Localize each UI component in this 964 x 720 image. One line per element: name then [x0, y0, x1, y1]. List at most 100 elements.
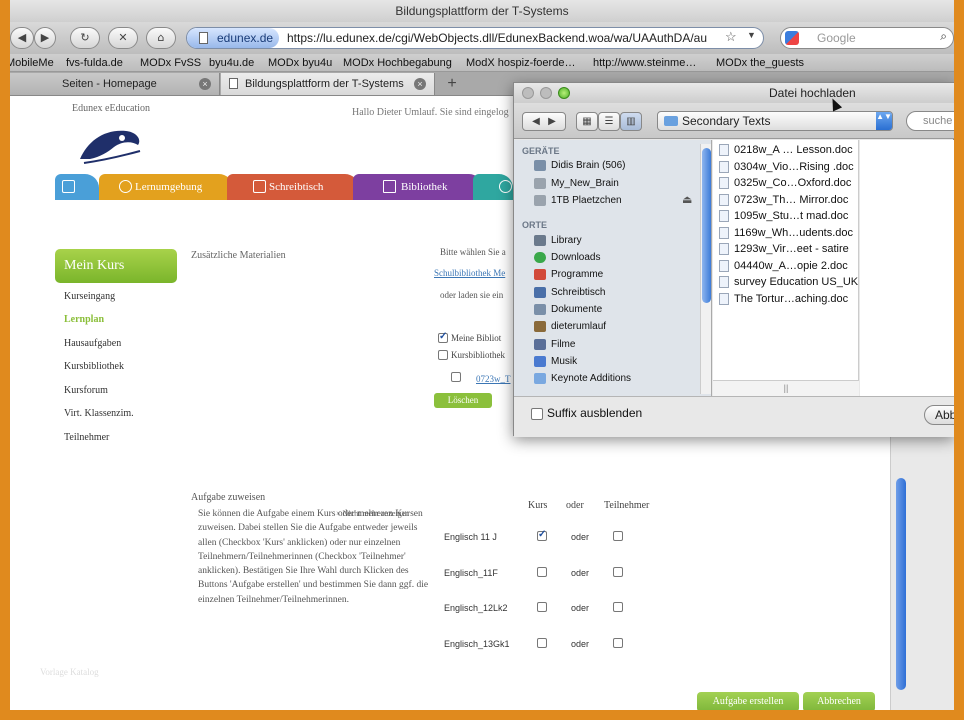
sidebar-item-klassenzimmer[interactable]: Virt. Klassenzim. [64, 408, 134, 419]
back-button[interactable]: ◀ [10, 27, 34, 49]
url-text[interactable]: https://lu.edunex.de/cgi/WebObjects.dll/… [287, 28, 707, 48]
bookmark[interactable]: http://www.steinme… [593, 54, 696, 72]
forward-button[interactable]: ▶ [34, 27, 56, 49]
google-icon[interactable] [785, 31, 799, 45]
tab-bibliothek[interactable]: Bibliothek [353, 174, 483, 200]
teilnehmer-checkbox[interactable] [613, 638, 623, 648]
library-icon [534, 235, 546, 246]
history-dropdown-icon[interactable]: ▼ [747, 30, 756, 40]
folder-popup[interactable]: Secondary Texts ▲▼ [657, 111, 893, 131]
list-view-button[interactable]: ☰ [598, 112, 620, 131]
sidebar-item-home[interactable]: dieterumlauf [534, 320, 606, 334]
sidebar-item-keynote-additions[interactable]: Keynote Additions [534, 372, 631, 386]
file-item[interactable]: 1095w_Stu…t mad.doc [717, 209, 848, 223]
back-forward-buttons[interactable]: ◀ ▶ [522, 112, 566, 131]
cancel-button[interactable]: Abbrechen [803, 692, 875, 710]
close-tab-icon[interactable]: × [199, 78, 211, 90]
sidebar-item-1tb[interactable]: 1TB Plaetzchen [534, 194, 622, 208]
bookmark-star-icon[interactable]: ☆ [725, 29, 737, 45]
bookmark[interactable]: ModX hospiz-foerde… [466, 54, 575, 72]
zoom-window-icon[interactable] [558, 87, 570, 99]
sidebar-scroll-thumb[interactable] [702, 148, 711, 303]
library-link[interactable]: Schulbibliothek Me [434, 268, 505, 278]
tab-seiten-homepage[interactable]: Seiten - Homepage × [10, 73, 220, 95]
kurs-checkbox[interactable] [537, 529, 547, 541]
dialog-cancel-button[interactable]: Abbrechen [924, 405, 954, 425]
sidebar-item-schreibtisch[interactable]: Schreibtisch [534, 286, 605, 300]
teilnehmer-checkbox[interactable] [613, 531, 623, 541]
address-bar[interactable]: edunex.de https://lu.edunex.de/cgi/WebOb… [186, 27, 764, 49]
search-field[interactable]: Google ⌕ [780, 27, 954, 49]
teilnehmer-checkbox[interactable] [613, 602, 623, 612]
file-item[interactable]: survey Education US_UK [717, 275, 858, 289]
sidebar-item-musik[interactable]: Musik [534, 355, 577, 369]
home-button[interactable]: ⌂ [146, 27, 176, 49]
tab-bildungsplattform[interactable]: Bildungsplattform der T-Systems × [221, 73, 435, 95]
tab-settings[interactable] [473, 174, 513, 200]
sidebar-scrollbar[interactable] [700, 144, 711, 394]
tab-lernumgebung[interactable]: Lernumgebung [99, 174, 233, 200]
sidebar-item-kursbibliothek[interactable]: Kursbibliothek [64, 361, 124, 372]
sidebar-item-teilnehmer[interactable]: Teilnehmer [64, 432, 109, 443]
oder-text: oder [571, 532, 590, 542]
close-window-icon[interactable] [522, 87, 534, 99]
sidebar-item-kursforum[interactable]: Kursforum [64, 385, 108, 396]
magnifier-icon[interactable]: ⌕ [940, 29, 947, 44]
minimize-window-icon[interactable] [540, 87, 552, 99]
bookmark[interactable]: MODx byu4u [268, 54, 332, 72]
sidebar-item-library[interactable]: Library [534, 234, 582, 248]
dialog-search-input[interactable]: suche [906, 111, 954, 131]
document-icon [719, 177, 729, 189]
bookmark[interactable]: MODx the_guests [716, 54, 804, 72]
sidebar-item-didis-brain[interactable]: Didis Brain (506) [534, 159, 625, 173]
close-tab-icon[interactable]: × [414, 78, 426, 90]
sidebar-item-my-new-brain[interactable]: My_New_Brain [534, 177, 619, 191]
file-link[interactable]: 0723w_T [476, 374, 511, 384]
sidebar-item-lernplan[interactable]: Lernplan [64, 314, 104, 325]
file-checkbox[interactable] [451, 372, 461, 382]
stop-button[interactable]: ✕ [108, 27, 138, 49]
kurs-checkbox[interactable] [537, 638, 547, 648]
create-task-button[interactable]: Aufgabe erstellen [697, 692, 799, 710]
bookmark[interactable]: MobileMe [10, 54, 54, 72]
bookmark[interactable]: fvs-fulda.de [66, 54, 123, 72]
file-item[interactable]: 0723w_Th… Mirror.doc [717, 193, 848, 207]
site-identity-badge[interactable]: edunex.de [187, 28, 279, 48]
file-item[interactable]: 0304w_Vio…Rising .doc [717, 160, 854, 174]
teilnehmer-checkbox[interactable] [613, 567, 623, 577]
file-list-scrollbar[interactable]: || [713, 380, 859, 396]
bookmark[interactable]: MODx Hochbegabung [343, 54, 452, 72]
sidebar-item-filme[interactable]: Filme [534, 338, 575, 352]
file-item[interactable]: The Tortur…aching.doc [717, 292, 848, 306]
kursbibliothek-checkbox[interactable] [438, 350, 448, 360]
delete-button[interactable]: Löschen [434, 393, 492, 408]
sidebar-item-hausaufgaben[interactable]: Hausaufgaben [64, 338, 121, 349]
file-item[interactable]: 0325w_Co…Oxford.doc [717, 176, 851, 190]
tab-schreibtisch[interactable]: Schreibtisch [227, 174, 359, 200]
tab-home[interactable] [55, 174, 99, 200]
bookmark[interactable]: byu4u.de [209, 54, 254, 72]
reload-button[interactable]: ↻ [70, 27, 100, 49]
file-item[interactable]: 1169w_Wh…udents.doc [717, 226, 853, 240]
file-item[interactable]: 04440w_A…opie 2.doc [717, 259, 848, 273]
sidebar-item-downloads[interactable]: Downloads [534, 251, 600, 265]
sidebar-item-dokumente[interactable]: Dokumente [534, 303, 602, 317]
kursbibliothek-label: Kursbibliothek [451, 350, 505, 360]
page-scrollbar[interactable] [896, 478, 906, 690]
kurs-checkbox[interactable] [537, 602, 547, 612]
hide-extension-checkbox[interactable] [531, 408, 543, 420]
column-view-button[interactable]: ▥ [620, 112, 642, 131]
eject-icon[interactable]: ⏏ [682, 193, 692, 206]
icon-view-button[interactable]: ▦ [576, 112, 598, 131]
file-item[interactable]: 0218w_A … Lesson.doc [717, 143, 853, 157]
document-icon [719, 227, 729, 239]
sidebar-item-programme[interactable]: Programme [534, 268, 603, 282]
meine-bibliothek-checkbox[interactable] [438, 331, 448, 343]
sidebar-item-kurseingang[interactable]: Kurseingang [64, 291, 115, 302]
disk-icon [534, 195, 546, 206]
bookmark[interactable]: MODx FvSS [140, 54, 201, 72]
new-tab-button[interactable]: + [438, 73, 466, 95]
document-icon [719, 260, 729, 272]
file-item[interactable]: 1293w_Vir…eet - satire [717, 242, 849, 256]
kurs-checkbox[interactable] [537, 567, 547, 577]
